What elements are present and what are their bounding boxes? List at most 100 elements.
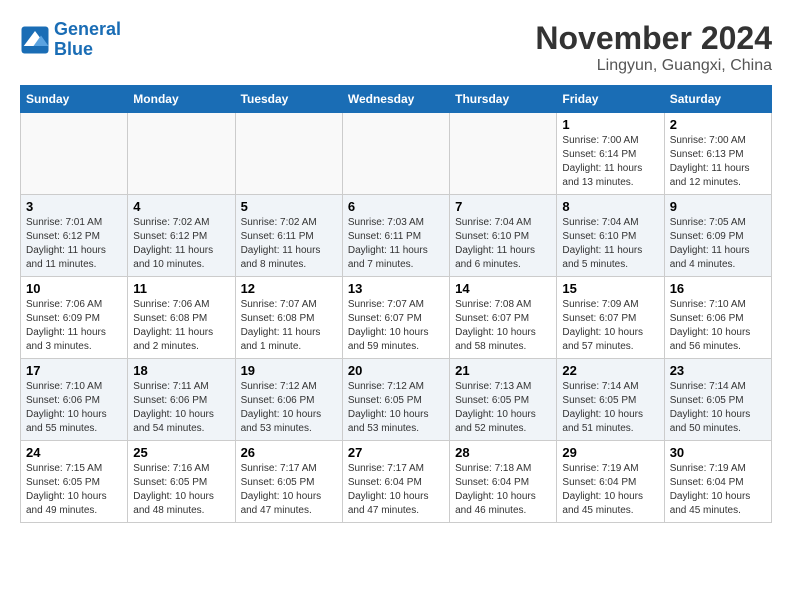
day-info: Sunrise: 7:11 AM Sunset: 6:06 PM Dayligh…: [133, 380, 229, 436]
page-header: General Blue November 2024 Lingyun, Guan…: [20, 20, 772, 75]
calendar-week-row: 24Sunrise: 7:15 AM Sunset: 6:05 PM Dayli…: [21, 441, 772, 523]
calendar-cell: 9 Sunrise: 7:05 AM Sunset: 6:09 PM Daylig…: [664, 195, 771, 277]
day-number: 11: [133, 281, 229, 296]
calendar-cell: 18 Sunrise: 7:11 AM Sunset: 6:06 PM Dayli…: [128, 359, 235, 441]
calendar-week-row: 17 Sunrise: 7:10 AM Sunset: 6:06 PM Dayli…: [21, 359, 772, 441]
day-number: 18: [133, 363, 229, 378]
logo-icon: [20, 25, 50, 55]
weekday-header: Saturday: [664, 86, 771, 113]
calendar-cell: 26Sunrise: 7:17 AM Sunset: 6:05 PM Dayli…: [235, 441, 342, 523]
day-number: 7: [455, 199, 551, 214]
day-info: Sunrise: 7:17 AM Sunset: 6:04 PM Dayligh…: [348, 462, 444, 518]
calendar-cell: 28 Sunrise: 7:18 AM Sunset: 6:04 PM Dayli…: [450, 441, 557, 523]
day-number: 27: [348, 445, 444, 460]
day-number: 29: [562, 445, 658, 460]
location: Lingyun, Guangxi, China: [535, 57, 772, 75]
calendar-cell: 27 Sunrise: 7:17 AM Sunset: 6:04 PM Dayli…: [342, 441, 449, 523]
calendar-cell: 8 Sunrise: 7:04 AM Sunset: 6:10 PM Daylig…: [557, 195, 664, 277]
day-number: 19: [241, 363, 337, 378]
day-info: Sunrise: 7:04 AM Sunset: 6:10 PM Dayligh…: [455, 216, 551, 272]
day-info: Sunrise: 7:04 AM Sunset: 6:10 PM Dayligh…: [562, 216, 658, 272]
day-number: 2: [670, 117, 766, 132]
calendar-cell: 1 Sunrise: 7:00 AM Sunset: 6:14 PM Daylig…: [557, 113, 664, 195]
day-info: Sunrise: 7:06 AM Sunset: 6:08 PM Dayligh…: [133, 298, 229, 354]
day-info: Sunrise: 7:12 AM Sunset: 6:05 PM Dayligh…: [348, 380, 444, 436]
day-number: 17: [26, 363, 122, 378]
day-info: Sunrise: 7:00 AM Sunset: 6:14 PM Dayligh…: [562, 134, 658, 190]
weekday-header: Thursday: [450, 86, 557, 113]
calendar-week-row: 1 Sunrise: 7:00 AM Sunset: 6:14 PM Daylig…: [21, 113, 772, 195]
day-info: Sunrise: 7:14 AM Sunset: 6:05 PM Dayligh…: [670, 380, 766, 436]
day-number: 5: [241, 199, 337, 214]
day-info: Sunrise: 7:19 AM Sunset: 6:04 PM Dayligh…: [562, 462, 658, 518]
weekday-header: Wednesday: [342, 86, 449, 113]
calendar-cell: [21, 113, 128, 195]
calendar-cell: 7 Sunrise: 7:04 AM Sunset: 6:10 PM Daylig…: [450, 195, 557, 277]
calendar-week-row: 3 Sunrise: 7:01 AM Sunset: 6:12 PM Daylig…: [21, 195, 772, 277]
month-title: November 2024: [535, 20, 772, 57]
calendar-cell: 10 Sunrise: 7:06 AM Sunset: 6:09 PM Dayli…: [21, 277, 128, 359]
calendar-cell: 13 Sunrise: 7:07 AM Sunset: 6:07 PM Dayli…: [342, 277, 449, 359]
day-info: Sunrise: 7:02 AM Sunset: 6:12 PM Dayligh…: [133, 216, 229, 272]
calendar-cell: 25Sunrise: 7:16 AM Sunset: 6:05 PM Dayli…: [128, 441, 235, 523]
calendar-cell: 17 Sunrise: 7:10 AM Sunset: 6:06 PM Dayli…: [21, 359, 128, 441]
day-info: Sunrise: 7:13 AM Sunset: 6:05 PM Dayligh…: [455, 380, 551, 436]
day-number: 14: [455, 281, 551, 296]
day-info: Sunrise: 7:01 AM Sunset: 6:12 PM Dayligh…: [26, 216, 122, 272]
day-number: 10: [26, 281, 122, 296]
calendar-cell: 11 Sunrise: 7:06 AM Sunset: 6:08 PM Dayli…: [128, 277, 235, 359]
day-number: 12: [241, 281, 337, 296]
calendar-cell: 2Sunrise: 7:00 AM Sunset: 6:13 PM Daylig…: [664, 113, 771, 195]
weekday-header: Sunday: [21, 86, 128, 113]
day-info: Sunrise: 7:19 AM Sunset: 6:04 PM Dayligh…: [670, 462, 766, 518]
day-info: Sunrise: 7:06 AM Sunset: 6:09 PM Dayligh…: [26, 298, 122, 354]
day-info: Sunrise: 7:10 AM Sunset: 6:06 PM Dayligh…: [26, 380, 122, 436]
day-number: 8: [562, 199, 658, 214]
calendar-week-row: 10 Sunrise: 7:06 AM Sunset: 6:09 PM Dayli…: [21, 277, 772, 359]
day-info: Sunrise: 7:12 AM Sunset: 6:06 PM Dayligh…: [241, 380, 337, 436]
day-info: Sunrise: 7:07 AM Sunset: 6:07 PM Dayligh…: [348, 298, 444, 354]
day-number: 9: [670, 199, 766, 214]
calendar-cell: 30 Sunrise: 7:19 AM Sunset: 6:04 PM Dayli…: [664, 441, 771, 523]
day-number: 26: [241, 445, 337, 460]
day-info: Sunrise: 7:09 AM Sunset: 6:07 PM Dayligh…: [562, 298, 658, 354]
day-info: Sunrise: 7:05 AM Sunset: 6:09 PM Dayligh…: [670, 216, 766, 272]
calendar-cell: 20 Sunrise: 7:12 AM Sunset: 6:05 PM Dayli…: [342, 359, 449, 441]
weekday-header: Monday: [128, 86, 235, 113]
day-number: 23: [670, 363, 766, 378]
day-number: 30: [670, 445, 766, 460]
logo-text: General Blue: [54, 20, 121, 60]
day-info: Sunrise: 7:16 AM Sunset: 6:05 PM Dayligh…: [133, 462, 229, 518]
day-number: 28: [455, 445, 551, 460]
day-number: 22: [562, 363, 658, 378]
calendar-cell: [342, 113, 449, 195]
day-info: Sunrise: 7:18 AM Sunset: 6:04 PM Dayligh…: [455, 462, 551, 518]
calendar-cell: 24Sunrise: 7:15 AM Sunset: 6:05 PM Dayli…: [21, 441, 128, 523]
calendar-cell: 4Sunrise: 7:02 AM Sunset: 6:12 PM Daylig…: [128, 195, 235, 277]
day-info: Sunrise: 7:14 AM Sunset: 6:05 PM Dayligh…: [562, 380, 658, 436]
weekday-header-row: SundayMondayTuesdayWednesdayThursdayFrid…: [21, 86, 772, 113]
calendar-cell: 23 Sunrise: 7:14 AM Sunset: 6:05 PM Dayli…: [664, 359, 771, 441]
calendar-cell: 29 Sunrise: 7:19 AM Sunset: 6:04 PM Dayli…: [557, 441, 664, 523]
day-number: 13: [348, 281, 444, 296]
day-number: 15: [562, 281, 658, 296]
day-info: Sunrise: 7:07 AM Sunset: 6:08 PM Dayligh…: [241, 298, 337, 354]
day-info: Sunrise: 7:03 AM Sunset: 6:11 PM Dayligh…: [348, 216, 444, 272]
day-info: Sunrise: 7:10 AM Sunset: 6:06 PM Dayligh…: [670, 298, 766, 354]
calendar-cell: 22 Sunrise: 7:14 AM Sunset: 6:05 PM Dayli…: [557, 359, 664, 441]
weekday-header: Tuesday: [235, 86, 342, 113]
calendar-cell: 12 Sunrise: 7:07 AM Sunset: 6:08 PM Dayli…: [235, 277, 342, 359]
day-number: 3: [26, 199, 122, 214]
calendar-cell: [235, 113, 342, 195]
calendar-cell: 5Sunrise: 7:02 AM Sunset: 6:11 PM Daylig…: [235, 195, 342, 277]
calendar-cell: [128, 113, 235, 195]
calendar-cell: 14 Sunrise: 7:08 AM Sunset: 6:07 PM Dayli…: [450, 277, 557, 359]
day-info: Sunrise: 7:15 AM Sunset: 6:05 PM Dayligh…: [26, 462, 122, 518]
calendar-cell: 16Sunrise: 7:10 AM Sunset: 6:06 PM Dayli…: [664, 277, 771, 359]
day-number: 1: [562, 117, 658, 132]
day-number: 20: [348, 363, 444, 378]
day-info: Sunrise: 7:08 AM Sunset: 6:07 PM Dayligh…: [455, 298, 551, 354]
day-number: 21: [455, 363, 551, 378]
calendar-cell: 15 Sunrise: 7:09 AM Sunset: 6:07 PM Dayli…: [557, 277, 664, 359]
calendar-cell: [450, 113, 557, 195]
